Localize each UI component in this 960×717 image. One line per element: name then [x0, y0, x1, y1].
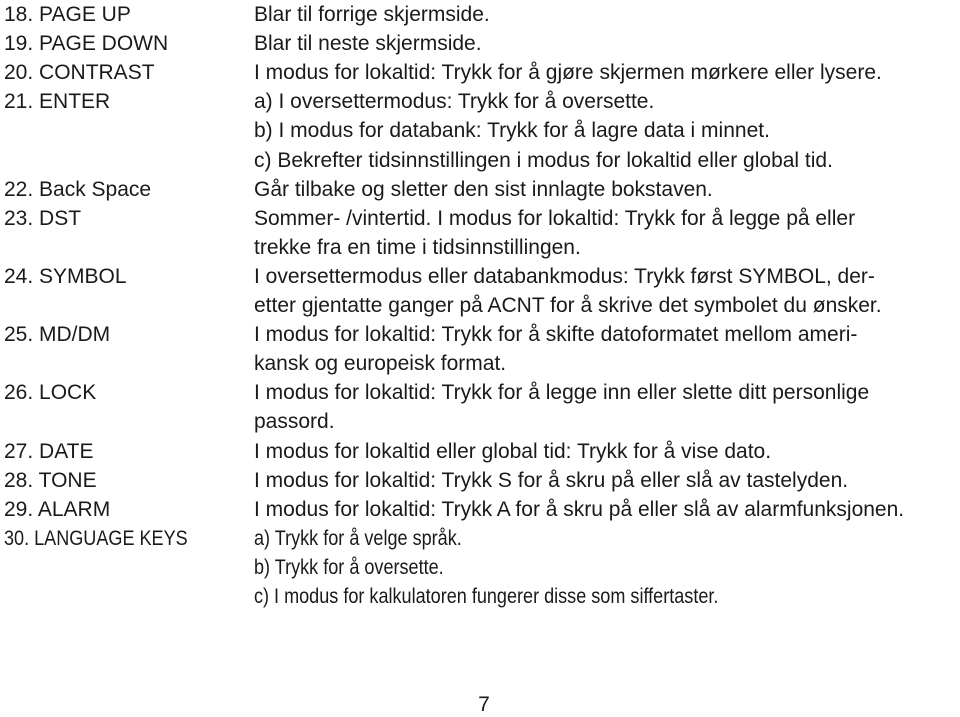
key-description-line: I modus for lokaltid: Trykk for å legge … — [254, 381, 870, 405]
key-name: 24. SYMBOL — [4, 264, 127, 288]
key-description-line: Blar til neste skjermside. — [254, 32, 482, 56]
key-description-line: trekke fra en time i tidsinnstillingen. — [254, 235, 581, 259]
key-name: 20. CONTRAST — [4, 61, 155, 85]
key-name: 30. LANGUAGE KEYS — [4, 526, 188, 550]
key-description-line: I modus for lokaltid: Trykk for å gjøre … — [254, 61, 882, 85]
key-description-line: I oversettermodus eller databankmodus: T… — [254, 264, 875, 288]
key-description-line: Går tilbake og sletter den sist innlagte… — [254, 177, 713, 201]
key-description-line: I modus for lokaltid eller global tid: T… — [254, 439, 772, 463]
key-name: 22. Back Space — [4, 177, 152, 201]
key-name: 25. MD/DM — [4, 323, 111, 347]
key-description-line: b) Trykk for å oversette. — [254, 555, 444, 579]
key-name: 23. DST — [4, 206, 82, 230]
key-description-line: a) I oversettermodus: Trykk for å overse… — [254, 90, 655, 114]
key-description-line: etter gjentatte ganger på ACNT for å skr… — [254, 294, 882, 317]
key-description-line: I modus for lokaltid: Trykk S for å skru… — [254, 468, 849, 492]
key-name: 26. LOCK — [4, 381, 97, 405]
key-name: 28. TONE — [4, 468, 97, 492]
key-name: 18. PAGE UP — [4, 3, 131, 26]
key-name: 29. ALARM — [4, 497, 111, 521]
key-description-line: a) Trykk for å velge språk. — [254, 526, 462, 550]
key-name: 27. DATE — [4, 439, 94, 463]
key-description-line: Sommer- /vintertid. I modus for lokaltid… — [254, 206, 856, 230]
page-number: 7 — [478, 693, 490, 716]
key-description-line: c) I modus for kalkulatoren fungerer dis… — [254, 585, 719, 608]
key-description-line: Blar til forrige skjermside. — [254, 3, 490, 26]
key-description-line: passord. — [254, 410, 335, 434]
key-description-line: c) Bekrefter tidsinnstillingen i modus f… — [254, 148, 833, 172]
key-name: 21. ENTER — [4, 90, 111, 114]
key-description-line: I modus for lokaltid: Trykk for å skifte… — [254, 323, 858, 347]
key-name: 19. PAGE DOWN — [4, 32, 169, 56]
key-description-line: kansk og europeisk format. — [254, 352, 507, 376]
key-description-line: I modus for lokaltid: Trykk A for å skru… — [254, 497, 905, 521]
key-description-line: b) I modus for databank: Trykk for å lag… — [254, 119, 770, 143]
